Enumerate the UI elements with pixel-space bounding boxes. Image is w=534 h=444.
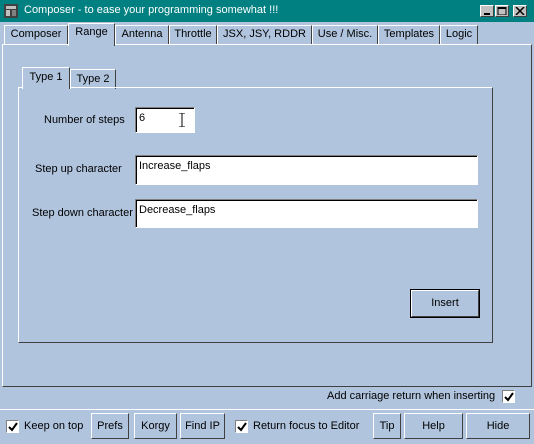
hide-label: Hide (486, 420, 510, 432)
carriage-return-checkbox[interactable] (502, 390, 515, 403)
composer-app-icon[interactable] (3, 3, 19, 19)
step-up-input[interactable]: Increase_flaps (135, 155, 478, 185)
insert-label: Insert (431, 297, 459, 309)
tab-label: Templates (383, 28, 435, 40)
return-focus-checkbox[interactable] (235, 420, 248, 433)
subtab-label: Type 1 (29, 71, 63, 83)
prefs-button[interactable]: Prefs (91, 413, 129, 439)
step-up-value: Increase_flaps (139, 160, 211, 172)
main-tab-strip: Composer Range Antenna Throttle JSX, JSY… (0, 23, 534, 46)
tab-label: JSX, JSY, RDDR (223, 28, 306, 40)
window-title: Composer - to ease your programming some… (24, 4, 279, 16)
close-button[interactable] (513, 5, 527, 17)
tab-jsx-jsy-rddr[interactable]: JSX, JSY, RDDR (217, 25, 312, 44)
tab-throttle[interactable]: Throttle (169, 25, 217, 44)
steps-label: Number of steps (44, 114, 125, 126)
subtab-label: Type 2 (76, 73, 110, 85)
return-focus-label: Return focus to Editor (253, 420, 360, 432)
minimize-button[interactable] (480, 5, 494, 17)
tip-label: Tip (379, 420, 395, 432)
tip-button[interactable]: Tip (373, 413, 401, 439)
tab-use-misc[interactable]: Use / Misc. (312, 25, 378, 44)
tab-label: Composer (10, 28, 62, 40)
tab-templates[interactable]: Templates (378, 25, 440, 44)
subtab-type-1[interactable]: Type 1 (22, 67, 70, 89)
carriage-return-label: Add carriage return when inserting (327, 390, 496, 402)
tab-label: Throttle (174, 28, 212, 40)
find-ip-button[interactable]: Find IP (180, 413, 225, 439)
text-cursor-icon (179, 113, 185, 127)
tab-logic[interactable]: Logic (440, 25, 478, 44)
tab-label: Antenna (121, 28, 163, 40)
korgy-button[interactable]: Korgy (134, 413, 177, 439)
steps-input[interactable]: 6 (135, 107, 195, 133)
maximize-button[interactable] (495, 5, 509, 17)
prefs-label: Prefs (97, 420, 123, 432)
step-down-input[interactable]: Decrease_flaps (135, 199, 478, 228)
korgy-label: Korgy (141, 420, 170, 432)
tab-label: Use / Misc. (317, 28, 373, 40)
title-bar: Composer - to ease your programming some… (0, 0, 534, 22)
minimize-icon (484, 13, 490, 15)
subtab-type-2[interactable]: Type 2 (70, 69, 116, 89)
checkmark-icon (237, 422, 247, 432)
step-down-label: Step down character (32, 207, 133, 219)
keep-on-top-checkbox[interactable] (6, 420, 19, 433)
tab-antenna[interactable]: Antenna (115, 25, 169, 44)
help-button[interactable]: Help (404, 413, 463, 439)
help-label: Help (422, 420, 445, 432)
checkmark-icon (8, 422, 18, 432)
find-ip-label: Find IP (185, 420, 220, 432)
close-icon (515, 7, 525, 15)
step-up-label: Step up character (35, 163, 122, 175)
keep-on-top-label: Keep on top (24, 420, 84, 432)
tab-label: Logic (445, 28, 473, 40)
steps-value: 6 (139, 112, 146, 124)
bottom-divider (0, 409, 534, 410)
step-down-value: Decrease_flaps (139, 204, 216, 216)
tab-label: Range (75, 26, 108, 38)
hide-button[interactable]: Hide (466, 413, 530, 439)
insert-button[interactable]: Insert (410, 289, 480, 318)
tab-composer[interactable]: Composer (4, 25, 68, 44)
tab-range[interactable]: Range (68, 23, 115, 46)
checkmark-icon (504, 392, 514, 402)
maximize-icon (497, 7, 507, 15)
